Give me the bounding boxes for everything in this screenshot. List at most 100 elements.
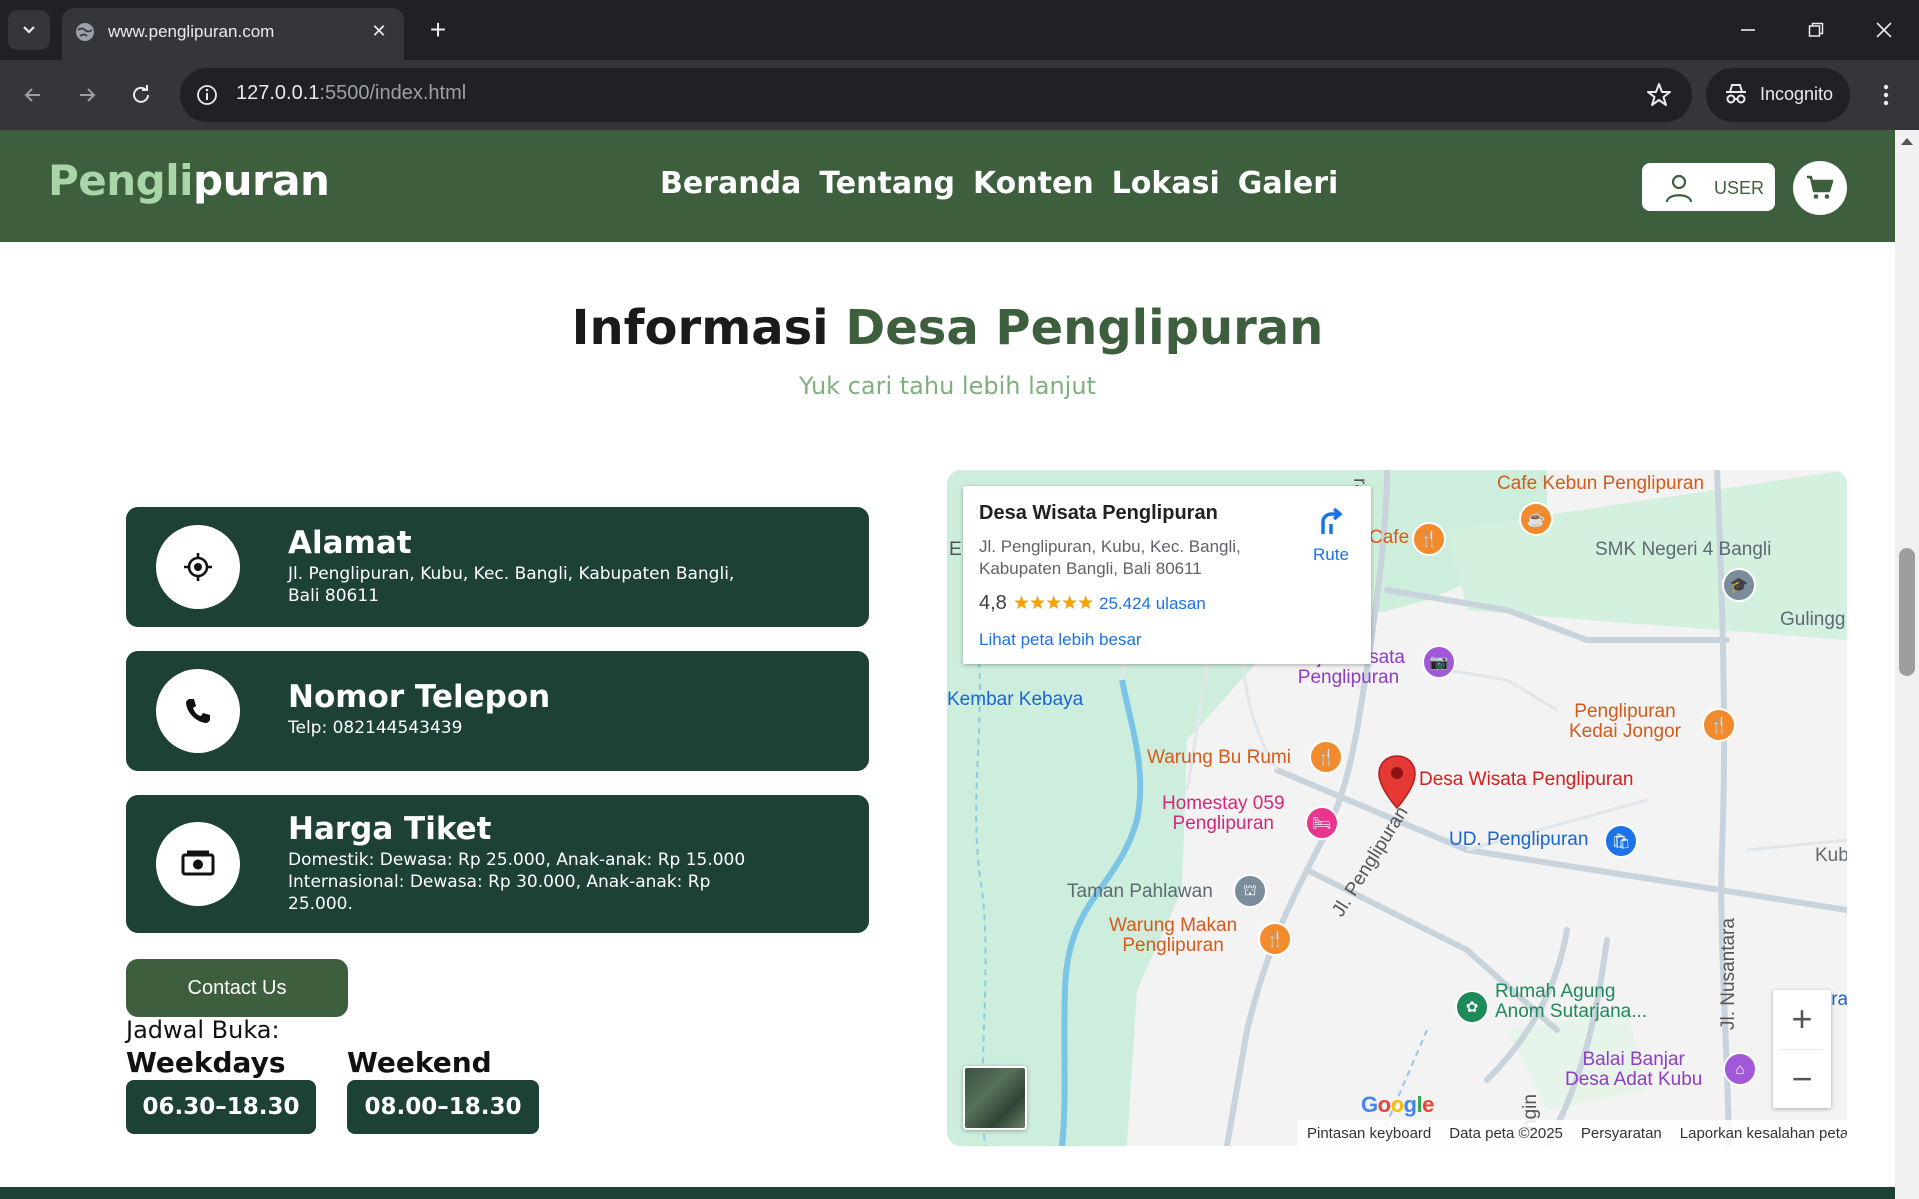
back-button[interactable] <box>14 76 52 114</box>
page-viewport: Penglipuran Beranda Tentang Konten Lokas… <box>0 130 1895 1199</box>
route-label: Rute <box>1313 545 1349 564</box>
location-target-icon <box>156 525 240 609</box>
weekdays-label: Weekdays <box>126 1046 286 1079</box>
selected-place-pin-icon[interactable] <box>1377 754 1417 810</box>
map-label-balai-banjar[interactable]: Balai Banjar Desa Adat Kubu <box>1565 1050 1702 1090</box>
map-rating: 4,8 <box>979 592 1007 614</box>
zoom-in-button[interactable]: + <box>1773 990 1831 1048</box>
map-label-kedai-jongor[interactable]: Penglipuran Kedai Jongor <box>1569 702 1681 742</box>
card-title: Harga Tiket <box>288 811 492 847</box>
restore-icon <box>1808 22 1824 37</box>
nav-galeri[interactable]: Galeri <box>1238 166 1339 201</box>
title-main: Informasi <box>571 300 829 356</box>
restore-window-button[interactable] <box>1786 10 1846 50</box>
map-label-warung-bu-rumi[interactable]: Warung Bu Rumi <box>1147 748 1291 768</box>
site-logo[interactable]: Penglipuran <box>48 156 330 205</box>
report-error-link[interactable]: Laporkan kesalahan peta <box>1680 1125 1847 1142</box>
user-icon <box>1665 174 1693 203</box>
restaurant-pin-icon[interactable]: 🍴 <box>1702 708 1736 742</box>
label-line: Penglipuran <box>1122 935 1224 956</box>
card-title: Alamat <box>288 525 412 561</box>
larger-map-link[interactable]: Lihat peta lebih besar <box>979 630 1142 650</box>
schedule-label: Jadwal Buka: <box>126 1016 280 1044</box>
close-tab-icon[interactable]: ✕ <box>366 18 392 44</box>
nav-lokasi[interactable]: Lokasi <box>1112 166 1220 201</box>
card-text: Jl. Penglipuran, Kubu, Kec. Bangli, Kabu… <box>288 564 735 606</box>
site-info-icon[interactable] <box>194 82 220 108</box>
map-label-jl-nusantara: Jl. Nusantara <box>1718 918 1739 1030</box>
forward-button[interactable] <box>68 76 106 114</box>
weekdays-time-badge: 06.30–18.30 <box>126 1080 316 1134</box>
scroll-up-icon[interactable] <box>1901 138 1913 145</box>
reload-button[interactable] <box>122 76 160 114</box>
new-tab-button[interactable]: + <box>420 12 456 48</box>
monument-pin-icon[interactable]: ⛫ <box>1233 874 1267 908</box>
keyboard-shortcuts-link[interactable]: Pintasan keyboard <box>1307 1125 1431 1142</box>
map-label-ud-penglipuran[interactable]: UD. Penglipuran <box>1449 830 1588 850</box>
map-label-warung-makan[interactable]: Warung Makan Penglipuran <box>1109 916 1237 956</box>
label-line: Desa Adat Kubu <box>1565 1069 1703 1090</box>
label-line: Kedai Jongor <box>1569 721 1681 742</box>
map-label-cafe-kebun[interactable]: Cafe Kebun Penglipuran <box>1497 474 1704 494</box>
logo-part-light: Pengli <box>48 156 194 205</box>
satellite-layer-button[interactable] <box>963 1066 1027 1130</box>
more-vert-icon <box>1883 84 1889 106</box>
info-card-telepon: Nomor Telepon Telp: 082144543439 <box>126 651 869 771</box>
contact-us-button[interactable]: Contact Us <box>126 959 348 1017</box>
restaurant-pin-icon[interactable]: 🍴 <box>1258 922 1292 956</box>
card-text: Domestik: Dewasa: Rp 25.000, Anak-anak: … <box>288 850 746 914</box>
embedded-map[interactable]: Cafe Kebun Penglipuran ☕ Cafe 🍴 SMK Nege… <box>947 470 1847 1146</box>
cart-button[interactable] <box>1793 161 1847 215</box>
incognito-indicator[interactable]: Incognito <box>1706 68 1850 122</box>
map-label-desa-wisata[interactable]: Desa Wisata Penglipuran <box>1419 770 1633 790</box>
address-bar[interactable]: 127.0.0.1:5500/index.html <box>180 68 1692 122</box>
reload-icon <box>133 85 149 103</box>
browser-tab-bar: www.penglipuran.com ✕ + <box>0 0 1919 60</box>
map-label-taman-pahlawan[interactable]: Taman Pahlawan <box>1067 882 1213 902</box>
minimize-icon <box>1741 29 1755 31</box>
card-text: Telp: 082144543439 <box>288 718 463 738</box>
map-label-homestay[interactable]: Homestay 059 Penglipuran <box>1162 794 1285 834</box>
nav-tentang[interactable]: Tentang <box>819 166 955 201</box>
label-line: Balai Banjar <box>1582 1049 1685 1070</box>
restaurant-pin-icon[interactable]: 🍴 <box>1412 522 1446 556</box>
minimize-window-button[interactable] <box>1718 10 1778 50</box>
terms-link[interactable]: Persyaratan <box>1581 1125 1662 1142</box>
browser-tab[interactable]: www.penglipuran.com ✕ <box>62 8 404 60</box>
user-button[interactable]: USER <box>1642 163 1775 211</box>
close-window-button[interactable] <box>1854 10 1914 50</box>
nav-beranda[interactable]: Beranda <box>660 166 801 201</box>
restaurant-pin-icon[interactable]: ☕ <box>1519 502 1553 536</box>
camera-pin-icon[interactable]: 📷 <box>1422 645 1456 679</box>
incognito-label: Incognito <box>1760 84 1834 104</box>
page-scrollbar[interactable] <box>1895 130 1919 1199</box>
map-zoom-controls: + − <box>1773 990 1831 1108</box>
map-attribution: Pintasan keyboard Data peta ©2025 Persya… <box>1297 1120 1847 1146</box>
school-pin-icon[interactable]: 🎓 <box>1722 568 1756 602</box>
label-line: Penglipuran <box>1172 813 1274 834</box>
shop-pin-icon[interactable]: 🛍 <box>1604 824 1638 858</box>
cart-icon <box>1807 175 1834 199</box>
map-label-kembar-kebaya[interactable]: Kembar Kebaya <box>947 690 1083 710</box>
map-label-gulingan[interactable]: Gulingg <box>1780 610 1846 630</box>
map-label-smk[interactable]: SMK Negeri 4 Bangli <box>1595 540 1771 560</box>
shrine-pin-icon[interactable]: ⌂ <box>1723 1052 1757 1086</box>
tab-search-button[interactable] <box>8 10 50 50</box>
restaurant-pin-icon[interactable]: 🍴 <box>1309 740 1343 774</box>
google-logo: Google <box>1361 1092 1434 1117</box>
map-label-rumah-agung[interactable]: Rumah Agung Anom Sutarjana... <box>1495 982 1647 1022</box>
bookmark-star-icon[interactable] <box>1644 80 1674 110</box>
card-title: Nomor Telepon <box>288 679 551 715</box>
nav-konten[interactable]: Konten <box>973 166 1094 201</box>
scrollbar-thumb[interactable] <box>1899 548 1915 676</box>
route-button[interactable]: Rute <box>1303 504 1359 565</box>
map-label-kub[interactable]: Kub <box>1815 846 1847 866</box>
section-subtitle: Yuk cari tahu lebih lanjut <box>799 372 1096 400</box>
map-reviews-link[interactable]: 25.424 ulasan <box>1099 594 1206 614</box>
map-place-name: Desa Wisata Penglipuran <box>979 502 1218 524</box>
map-label-cafe[interactable]: Cafe <box>1369 528 1409 548</box>
temple-pin-icon[interactable]: ✿ <box>1455 990 1489 1024</box>
hotel-pin-icon[interactable]: 🛏 <box>1305 806 1339 840</box>
browser-menu-button[interactable] <box>1868 76 1904 114</box>
zoom-out-button[interactable]: − <box>1773 1050 1831 1108</box>
